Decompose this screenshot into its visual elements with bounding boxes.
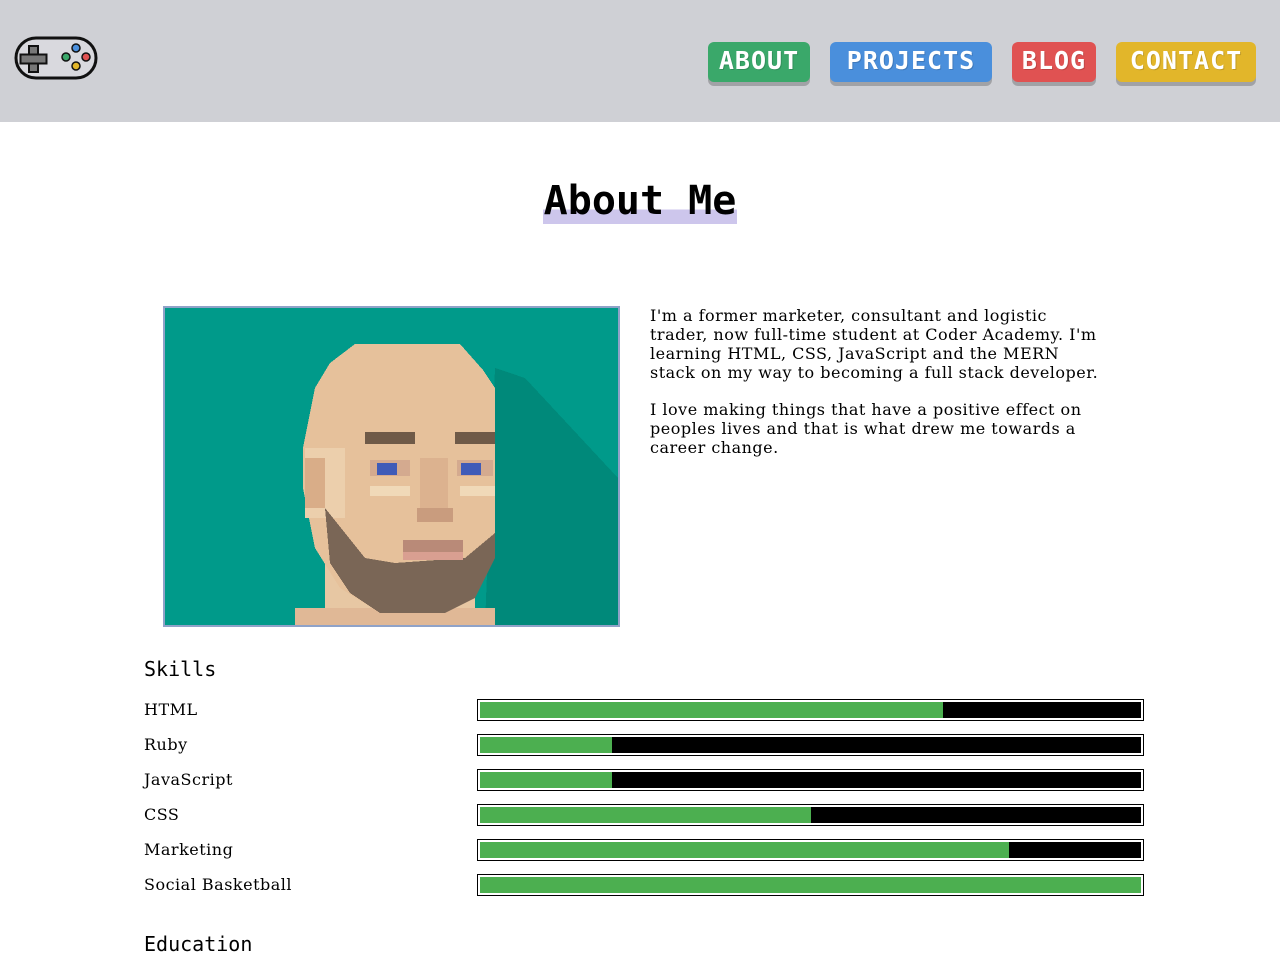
skill-bar-fill <box>480 877 1141 893</box>
bio-paragraph: I love making things that have a positiv… <box>650 400 1082 457</box>
skill-bar-fill <box>480 737 613 753</box>
title-wrapper: About Me <box>0 178 1280 224</box>
gamepad-icon[interactable] <box>14 36 98 82</box>
skill-row: Ruby <box>144 734 1144 756</box>
skill-bar <box>477 874 1144 896</box>
skill-bar-fill <box>480 702 943 718</box>
skill-bar <box>477 804 1144 826</box>
skill-bar <box>477 839 1144 861</box>
pixel-portrait-icon <box>165 308 618 625</box>
education-heading: Education <box>144 932 253 956</box>
skill-name: HTML <box>144 700 198 719</box>
skill-bar <box>477 769 1144 791</box>
skill-row: HTML <box>144 699 1144 721</box>
skill-bar-fill <box>480 807 811 823</box>
page-title: About Me <box>542 178 738 224</box>
skills-heading: Skills <box>144 657 217 681</box>
skill-name: Ruby <box>144 735 188 754</box>
bio-paragraph: I'm a former marketer, consultant and lo… <box>650 306 1099 382</box>
skill-name: CSS <box>144 805 180 824</box>
main-nav: ABOUT PROJECTS BLOG CONTACT <box>708 42 1256 82</box>
skill-bar-fill <box>480 772 613 788</box>
skill-row: Marketing <box>144 839 1144 861</box>
skill-row: JavaScript <box>144 769 1144 791</box>
bio-text: I'm a former marketer, consultant and lo… <box>650 306 1110 475</box>
portrait-image <box>163 306 620 627</box>
skill-name: Social Basketball <box>144 875 293 894</box>
nav-projects-button[interactable]: PROJECTS <box>830 42 992 82</box>
nav-blog-button[interactable]: BLOG <box>1012 42 1096 82</box>
skill-row: Social Basketball <box>144 874 1144 896</box>
skill-bar <box>477 699 1144 721</box>
site-header: ABOUT PROJECTS BLOG CONTACT <box>0 0 1280 122</box>
nav-about-button[interactable]: ABOUT <box>708 42 810 82</box>
skill-bar-fill <box>480 842 1009 858</box>
skill-name: Marketing <box>144 840 234 859</box>
skill-bar <box>477 734 1144 756</box>
skill-name: JavaScript <box>144 770 233 789</box>
nav-contact-button[interactable]: CONTACT <box>1116 42 1256 82</box>
skill-row: CSS <box>144 804 1144 826</box>
